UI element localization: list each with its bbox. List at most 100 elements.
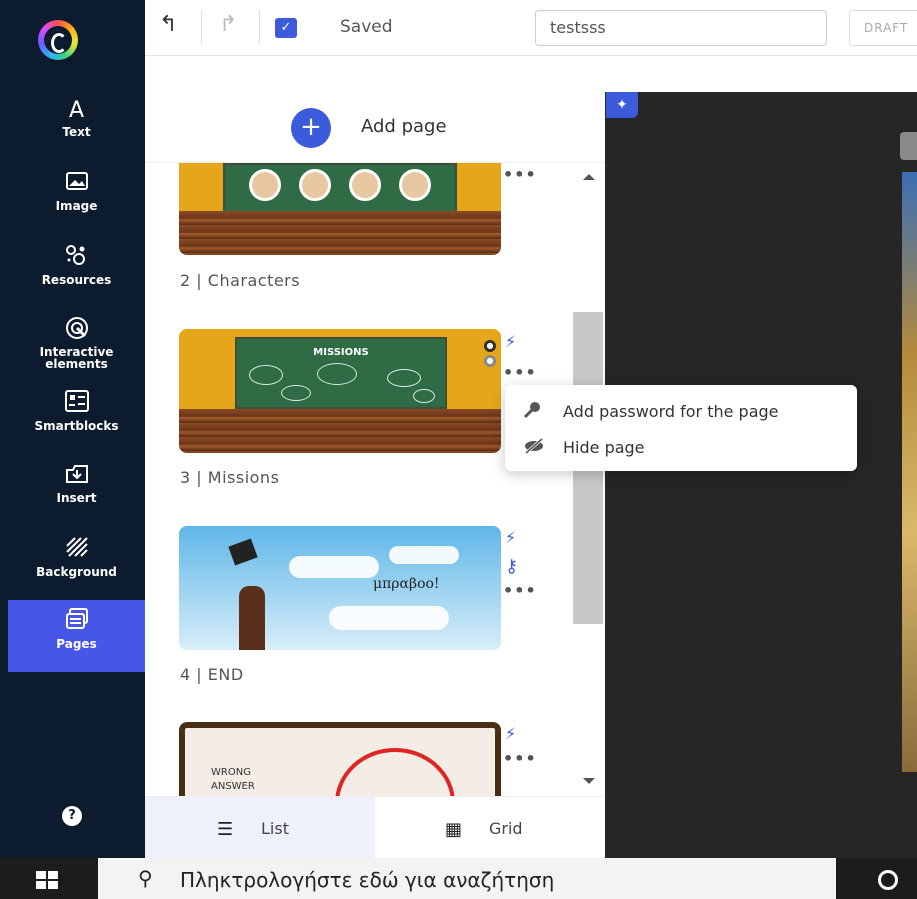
insert-icon [8, 462, 145, 492]
auditorium-seats [179, 409, 501, 453]
sidebar-item-text[interactable]: A Text [8, 96, 145, 162]
sidebar-item-label: Smartblocks [34, 419, 119, 433]
windows-taskbar: ⚲ Πληκτρολογήστε εδώ για αναζήτηση [0, 858, 917, 899]
tab-label: Grid [489, 819, 523, 838]
sidebar-item-background[interactable]: Background [8, 536, 145, 602]
cortana-icon[interactable] [878, 870, 898, 890]
board-title: MISSIONS [313, 347, 369, 358]
add-page-label: Add page [361, 116, 447, 137]
menu-item-add-password[interactable]: Add password for the page [523, 397, 843, 427]
auditorium-seats [179, 211, 501, 255]
sidebar-item-label: Background [36, 565, 117, 579]
raised-hand-image [239, 586, 265, 650]
plus-icon: + [291, 108, 331, 148]
scroll-up-arrow-icon[interactable] [583, 174, 595, 180]
character-avatar [299, 169, 331, 201]
page-thumbnail-end[interactable]: μπραβοο! [179, 526, 501, 650]
chalk-drawing [249, 365, 283, 385]
sidebar-item-pages[interactable]: Pages [8, 600, 145, 672]
save-status: Saved [340, 17, 393, 37]
page-options-icon[interactable]: ••• [503, 583, 537, 599]
interactive-icon [8, 316, 145, 346]
lock-badge-icon: ● [484, 340, 496, 352]
pin-icon[interactable]: ✦ [606, 92, 638, 118]
page-options-icon[interactable]: ••• [503, 167, 537, 183]
sidebar-item-label: Image [55, 199, 98, 213]
search-placeholder: Πληκτρολογήστε εδώ για αναζήτηση [180, 868, 555, 892]
cloud-image [389, 546, 459, 564]
magic-wand-icon[interactable]: ⚡ [505, 528, 516, 547]
key-icon[interactable]: ⚷ [505, 556, 518, 577]
sidebar-item-label: Interactive elements [39, 345, 114, 371]
chalk-drawing [413, 389, 435, 403]
pages-panel: + Add page ••• 2 | Characters MISSIONS ●… [145, 92, 605, 858]
left-sidebar: A Text Image Resources Interactive eleme… [0, 0, 145, 858]
key-icon [523, 401, 541, 423]
canvas-page-preview[interactable] [902, 172, 917, 772]
menu-item-label: Add password for the page [563, 402, 779, 421]
sidebar-item-label: Insert [56, 491, 97, 505]
top-toolbar: ↰ ↱ ✓ Saved testsss DRAFT [145, 0, 917, 56]
windows-start-icon[interactable] [36, 871, 58, 889]
sidebar-item-insert[interactable]: Insert [8, 462, 145, 528]
page-thumbnail-characters[interactable] [179, 163, 501, 255]
end-caption: μπραβοο! [373, 576, 440, 592]
page-options-icon[interactable]: ••• [503, 365, 537, 381]
page-label: 2 | Characters [180, 271, 301, 290]
character-avatar [349, 169, 381, 201]
chalk-drawing [317, 363, 357, 385]
list-icon: ☰ [217, 819, 234, 840]
hidden-badge-icon: ● [484, 355, 496, 367]
grid-icon: ▦ [445, 819, 463, 840]
editor-canvas[interactable] [605, 92, 917, 858]
scroll-down-arrow-icon[interactable] [583, 778, 595, 784]
page-thumbnail-missions[interactable]: MISSIONS [179, 329, 501, 453]
sidebar-item-interactive-elements[interactable]: Interactive elements [8, 316, 145, 386]
smartblocks-icon [8, 390, 145, 420]
menu-item-hide-page[interactable]: Hide page [523, 433, 843, 463]
draft-status-badge[interactable]: DRAFT [849, 10, 917, 46]
chalkboard-image [223, 163, 457, 213]
magic-wand-icon[interactable]: ⚡ [505, 724, 516, 743]
cloud-image [289, 556, 379, 578]
magic-wand-icon[interactable]: ⚡ [505, 332, 516, 351]
sidebar-item-label: Resources [41, 273, 112, 287]
checkmark-icon[interactable]: ✓ [275, 18, 297, 38]
tab-grid[interactable]: ▦ Grid [375, 797, 605, 859]
redo-icon[interactable]: ↱ [219, 12, 237, 37]
chalk-drawing [281, 385, 311, 401]
toolbar-divider [259, 10, 260, 44]
sidebar-item-smartblocks[interactable]: Smartblocks [8, 390, 145, 456]
chalkboard-image: MISSIONS [235, 337, 447, 409]
page-label: 3 | Missions [180, 468, 280, 487]
help-icon[interactable]: ? [62, 806, 82, 826]
undo-icon[interactable]: ↰ [159, 12, 177, 37]
page-options-menu: Add password for the page Hide page [505, 385, 857, 471]
resources-icon [8, 244, 145, 274]
taskbar-search-input[interactable]: ⚲ Πληκτρολογήστε εδώ για αναζήτηση [98, 858, 836, 899]
app-logo-icon[interactable] [38, 20, 78, 60]
sidebar-item-resources[interactable]: Resources [8, 244, 145, 310]
toolbar-divider [201, 10, 202, 44]
project-title-input[interactable]: testsss [535, 10, 827, 46]
pages-scrollbar[interactable] [573, 172, 603, 792]
sidebar-item-image[interactable]: Image [8, 170, 145, 236]
image-icon [8, 170, 145, 200]
eye-slash-icon [523, 437, 545, 459]
view-mode-tabs: ☰ List ▦ Grid [145, 796, 605, 859]
tab-list[interactable]: ☰ List [145, 797, 375, 859]
wrong-answer-text: WRONG ANSWER [211, 767, 255, 792]
text-icon: A [68, 98, 85, 123]
tab-label: List [261, 819, 289, 838]
pages-icon [8, 608, 145, 638]
canvas-toolbar-handle[interactable] [900, 132, 917, 160]
sidebar-item-label: Pages [56, 637, 97, 651]
menu-item-label: Hide page [563, 438, 645, 457]
page-options-icon[interactable]: ••• [503, 751, 537, 767]
character-avatar [399, 169, 431, 201]
cloud-image [329, 606, 449, 630]
chalk-drawing [387, 369, 421, 387]
graduation-cap-image [228, 538, 258, 566]
character-avatar [249, 169, 281, 201]
search-icon: ⚲ [138, 866, 153, 890]
